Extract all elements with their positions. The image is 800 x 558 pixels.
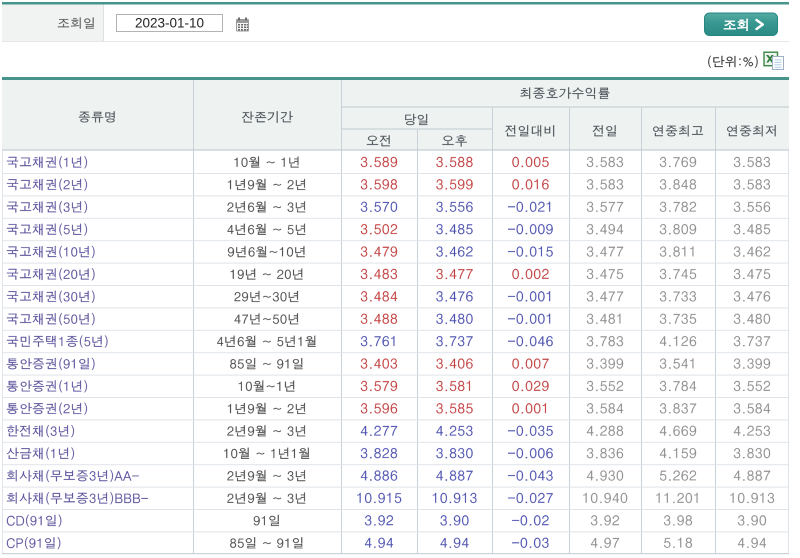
svg-text:2023-01-10: 2023-01-10 [135, 16, 204, 31]
